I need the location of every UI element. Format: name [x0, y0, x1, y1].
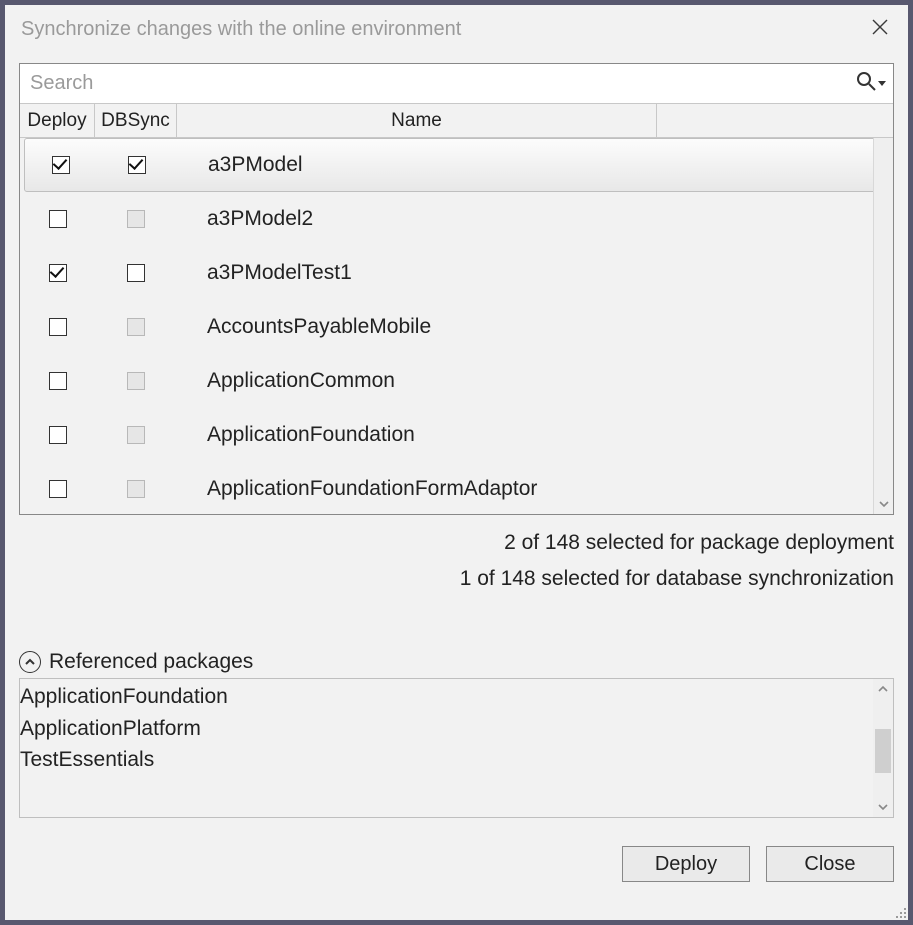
table-row[interactable]: a3PModel: [24, 138, 889, 192]
deploy-checkbox[interactable]: [49, 426, 67, 444]
cell-deploy: [20, 426, 95, 444]
table-row[interactable]: ApplicationFoundation: [20, 408, 893, 462]
scroll-up-icon[interactable]: [873, 679, 893, 699]
deploy-checkbox[interactable]: [52, 156, 70, 174]
cell-name: ApplicationFoundationFormAdaptor: [177, 477, 873, 501]
status-block: 2 of 148 selected for package deployment…: [19, 525, 894, 596]
referenced-packages-list: ApplicationFoundationApplicationPlatform…: [19, 678, 894, 818]
close-icon: [872, 19, 888, 40]
cell-name: AccountsPayableMobile: [177, 315, 873, 339]
cell-deploy: [20, 264, 95, 282]
dbsync-checkbox: [127, 426, 145, 444]
cell-deploy: [20, 210, 95, 228]
window-title: Synchronize changes with the online envi…: [21, 18, 860, 41]
search-icon: [856, 71, 876, 97]
deploy-button[interactable]: Deploy: [622, 846, 750, 882]
cell-dbsync: [96, 156, 178, 174]
cell-dbsync: [95, 426, 177, 444]
table-row[interactable]: AccountsPayableMobile: [20, 300, 893, 354]
cell-dbsync: [95, 210, 177, 228]
dbsync-checkbox: [127, 210, 145, 228]
dialog-window: Synchronize changes with the online envi…: [4, 4, 909, 921]
dbsync-checkbox: [127, 372, 145, 390]
table-row[interactable]: ApplicationCommon: [20, 354, 893, 408]
caret-down-icon: [878, 81, 886, 86]
deploy-checkbox[interactable]: [49, 264, 67, 282]
column-header-extra: [657, 104, 873, 137]
scroll-thumb[interactable]: [875, 729, 891, 773]
packages-panel: Deploy DBSync Name a3PModela3PModel2a3PM…: [19, 63, 894, 515]
scroll-down-icon[interactable]: [874, 494, 893, 514]
cell-dbsync: [95, 264, 177, 282]
cell-name: a3PModel: [178, 153, 868, 177]
dbsync-checkbox[interactable]: [127, 264, 145, 282]
cell-deploy: [20, 318, 95, 336]
table-row[interactable]: a3PModelTest1: [20, 246, 893, 300]
cell-dbsync: [95, 372, 177, 390]
dbsync-checkbox: [127, 480, 145, 498]
list-item[interactable]: ApplicationPlatform: [20, 713, 887, 745]
referenced-packages-section: Referenced packages ApplicationFoundatio…: [19, 650, 894, 818]
search-button[interactable]: [849, 64, 893, 103]
table-row[interactable]: ApplicationFoundationFormAdaptor: [20, 462, 893, 514]
deploy-checkbox[interactable]: [49, 318, 67, 336]
referenced-packages-toggle[interactable]: Referenced packages: [19, 650, 894, 674]
cell-name: a3PModelTest1: [177, 261, 873, 285]
table-scrollbar[interactable]: [873, 138, 893, 514]
cell-name: ApplicationFoundation: [177, 423, 873, 447]
cell-dbsync: [95, 480, 177, 498]
search-row: [20, 64, 893, 104]
close-button[interactable]: Close: [766, 846, 894, 882]
dbsync-checkbox[interactable]: [128, 156, 146, 174]
cell-name: a3PModel2: [177, 207, 873, 231]
table-row[interactable]: a3PModel2: [20, 192, 893, 246]
cell-deploy: [20, 480, 95, 498]
title-bar: Synchronize changes with the online envi…: [5, 5, 908, 53]
cell-deploy: [25, 156, 96, 174]
deploy-checkbox[interactable]: [49, 372, 67, 390]
resize-grip[interactable]: [892, 904, 906, 918]
chevron-up-icon: [19, 651, 41, 673]
packages-table: Deploy DBSync Name a3PModela3PModel2a3PM…: [20, 104, 893, 514]
footer-buttons: Deploy Close: [19, 846, 894, 882]
status-dbsync: 1 of 148 selected for database synchroni…: [19, 561, 894, 597]
content-area: Deploy DBSync Name a3PModela3PModel2a3PM…: [5, 53, 908, 920]
list-item[interactable]: TestEssentials: [20, 744, 887, 776]
deploy-checkbox[interactable]: [49, 480, 67, 498]
list-item[interactable]: ApplicationFoundation: [20, 681, 887, 713]
status-deploy: 2 of 148 selected for package deployment: [19, 525, 894, 561]
scroll-down-icon[interactable]: [873, 797, 893, 817]
table-header: Deploy DBSync Name: [20, 104, 893, 138]
referenced-scrollbar[interactable]: [873, 679, 893, 817]
referenced-packages-label: Referenced packages: [49, 650, 253, 674]
dbsync-checkbox: [127, 318, 145, 336]
deploy-checkbox[interactable]: [49, 210, 67, 228]
cell-deploy: [20, 372, 95, 390]
table-body: a3PModel a3PModel2 a3PModelTest1 AccountsPa…: [20, 138, 893, 514]
column-header-name[interactable]: Name: [177, 104, 657, 137]
column-header-deploy[interactable]: Deploy: [20, 104, 95, 137]
column-header-dbsync[interactable]: DBSync: [95, 104, 177, 137]
search-input[interactable]: [20, 64, 849, 103]
cell-name: ApplicationCommon: [177, 369, 873, 393]
cell-dbsync: [95, 318, 177, 336]
close-window-button[interactable]: [860, 9, 900, 49]
